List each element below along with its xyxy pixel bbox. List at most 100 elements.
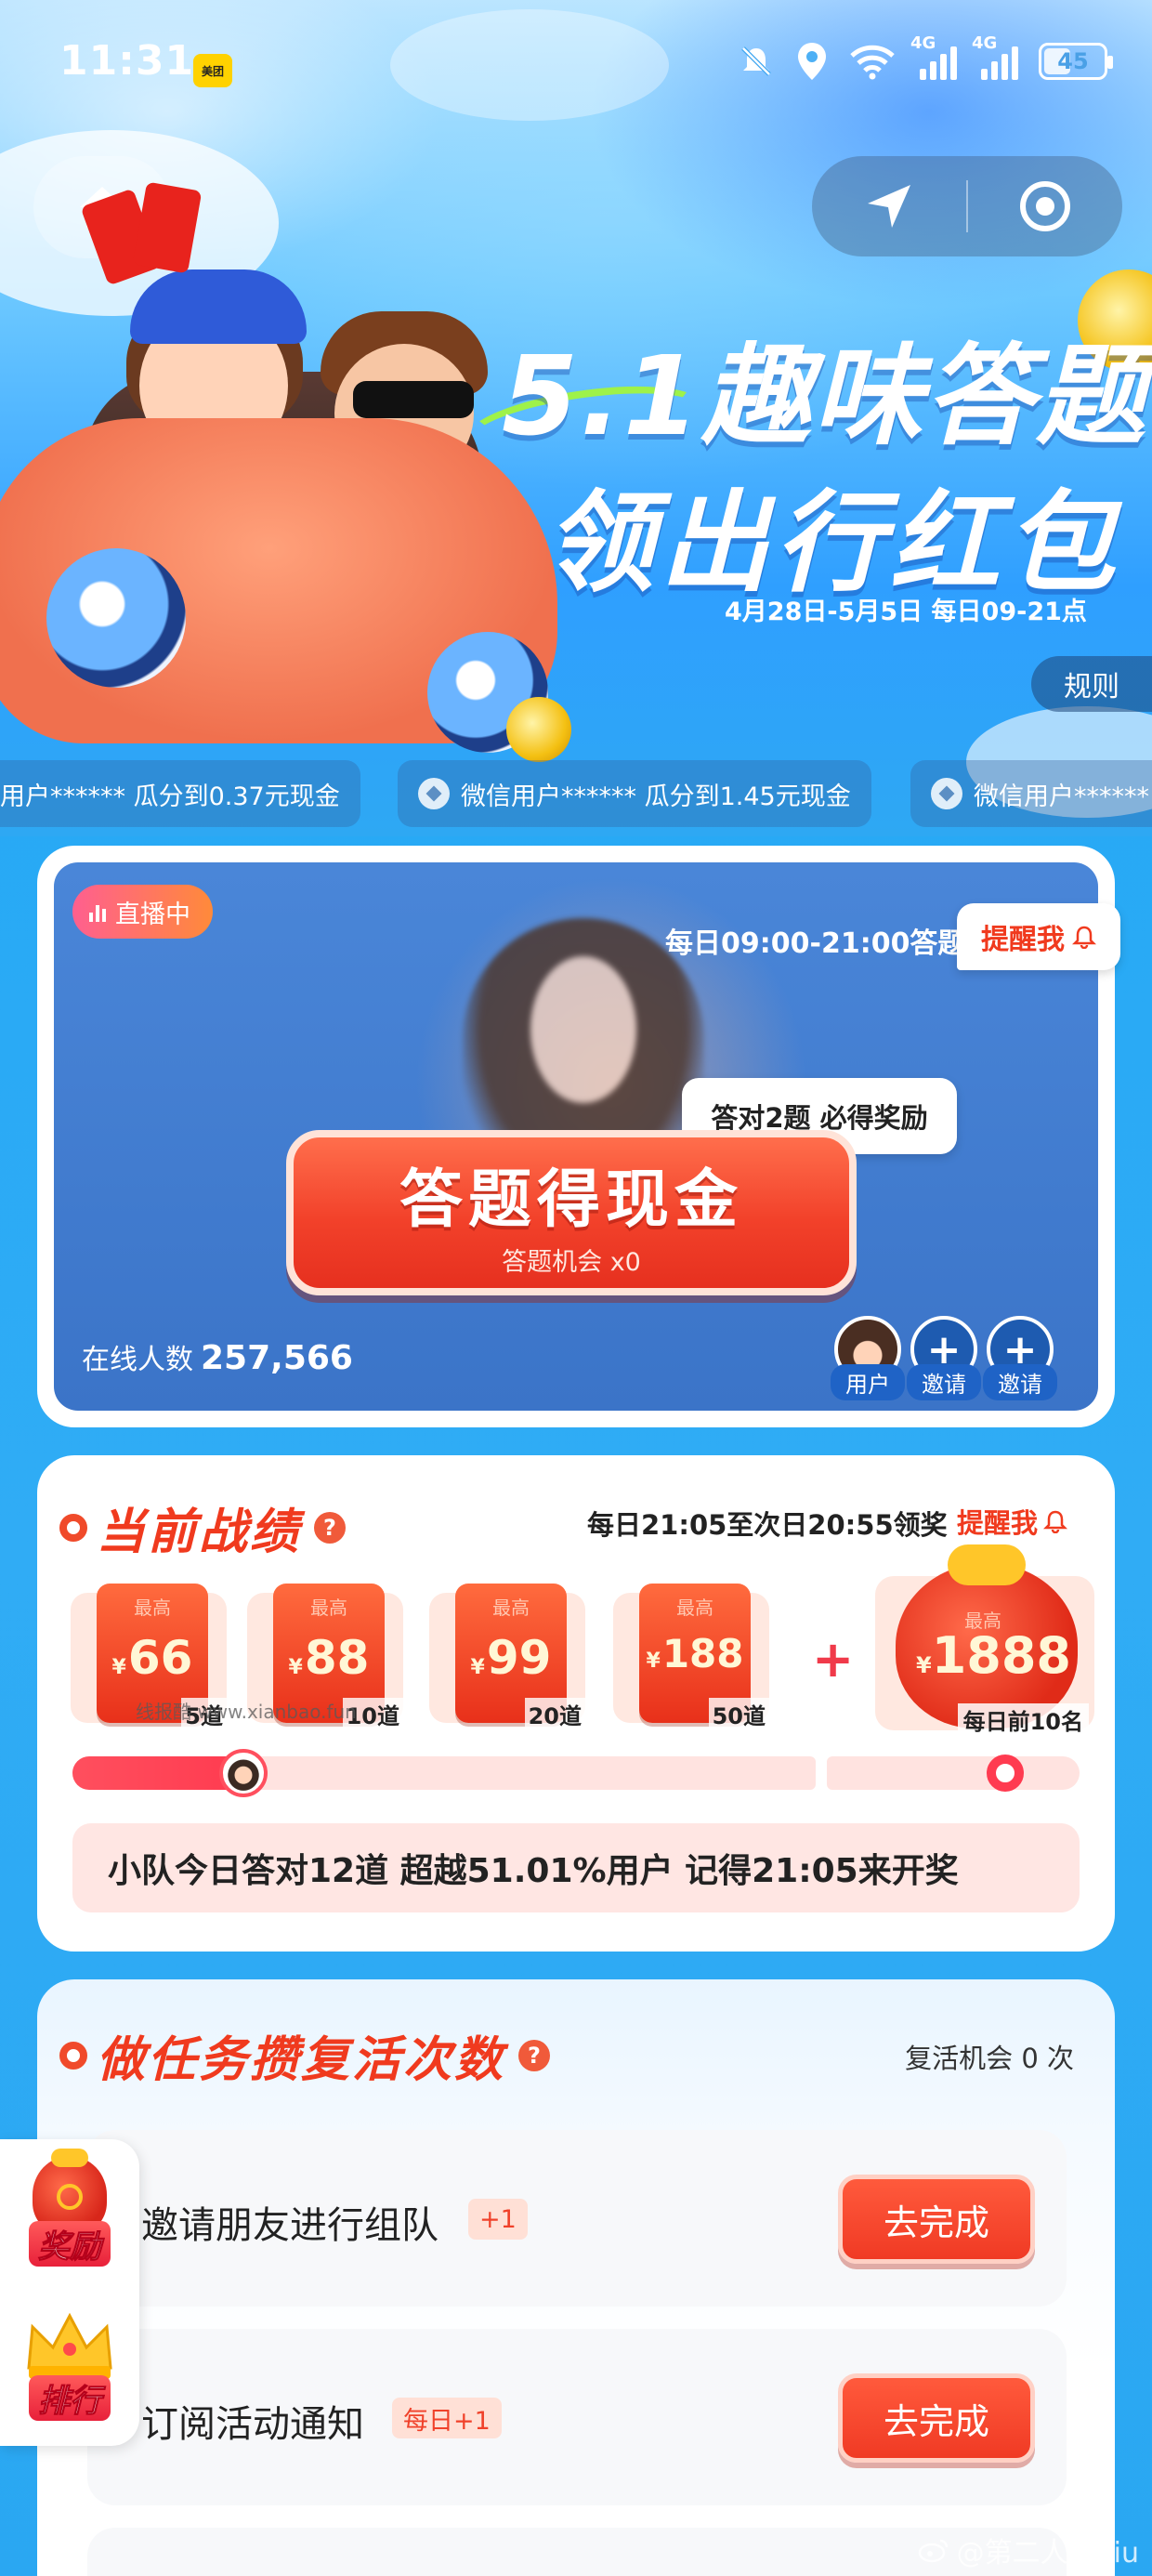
team-member-avatar: 用户 [831,1316,905,1400]
cash-button-label: 答题得现金 [399,1163,743,1237]
diamond-icon [931,778,962,809]
reward-label: 奖励 [29,2221,111,2267]
live-quiz-card: 直播中 每日09:00-21:00答题 答对2题 必得奖励 答题得现金 答题机会… [37,846,1120,1427]
section-title: 做任务攒复活次数 ? [59,2020,551,2090]
mini-program-capsule [812,156,1122,256]
ticker-item: 用户****** 瓜分到0.37元现金 [0,760,360,827]
ticker-item: 微信用户****** [910,760,1152,827]
status-icons: 4G 4G 45 [738,33,1113,82]
close-mini-program-button[interactable] [968,156,1122,256]
title-dot-icon [59,1513,87,1542]
score-title: 当前战绩 [97,1505,302,1560]
currency-symbol: ¥ [916,1652,932,1678]
banner-title-line1: 5.1趣味答题 [502,332,1148,460]
lucky-bag-reward: 最高 ¥1888 每日前10名 [875,1544,1094,1736]
answer-chances: 答题机会 x0 [502,1248,641,1277]
status-time: 11:31 [59,37,195,85]
current-score-card: 当前战绩 ? 每日21:05至次日20:55领奖 提醒我 最高 ¥66 5道 最… [37,1455,1115,1952]
prize-remind-button[interactable]: 提醒我 [957,1502,1068,1541]
envelope-threshold: 50道 [708,1698,769,1730]
invite-avatar-button[interactable]: + 邀请 [983,1316,1057,1400]
tasks-card: 做任务攒复活次数 ? 复活机会 0 次 邀请朋友进行组队 +1 去完成 订阅活动… [37,1979,1115,2576]
rules-button[interactable]: 规则 [1031,656,1152,712]
blue-cap [130,269,307,344]
weibo-watermark-text: @第二人生biu [956,2537,1139,2569]
red-envelope-reward: 最高 ¥99 20道 [429,1584,585,1730]
network-type-label: 4G [972,33,998,53]
car-headlight [46,548,186,688]
progress-fill [72,1756,243,1790]
task-name: 邀请朋友进行组队 [141,2204,439,2247]
ticker-text: 微信用户****** 瓜分到1.45元现金 [461,782,851,811]
location-pin-icon [798,43,826,80]
task-name: 订阅活动通知 [141,2403,364,2446]
plus-sign: + [812,1630,855,1689]
remind-me-button[interactable]: 提醒我 [957,903,1120,970]
envelope-amount: 99 [486,1631,552,1685]
banner-title-line2: 领出行红包 [544,479,1121,607]
bell-muted-icon [741,46,771,76]
signal-icon: 4G [972,33,1018,80]
envelope-amount: 88 [304,1631,370,1685]
currency-symbol: ¥ [646,1649,661,1673]
live-badge-label: 直播中 [115,900,190,929]
remind-me-label: 提醒我 [981,924,1065,956]
online-count-value: 257,566 [201,1339,353,1377]
online-count: 在线人数 257,566 [82,1336,353,1377]
ranking-entry-button[interactable]: 排行 [9,2303,130,2442]
bag-amount: 1888 [931,1626,1071,1685]
complete-task-button[interactable]: 去完成 [838,2373,1035,2463]
answer-time-text: 每日09:00-21:00答题 [665,927,966,960]
signal-icon: 4G [910,33,957,80]
bag-threshold: 每日前10名 [957,1703,1089,1736]
remind-me-label: 提醒我 [957,1507,1039,1539]
meituan-app-badge: 美团 [193,54,232,87]
help-icon[interactable]: ? [314,1511,347,1544]
avatar-label: 邀请 [907,1364,981,1400]
ticker-item: 微信用户****** 瓜分到1.45元现金 [398,760,871,827]
status-bar: 11:31 美团 4G 4G 45 [0,0,1152,130]
ticker-text: 微信用户****** [974,782,1149,811]
team-avatars: 用户 + 邀请 + 邀请 [831,1316,1057,1400]
gold-coin [506,697,571,762]
avatar-label: 邀请 [983,1364,1057,1400]
progress-avatar-marker [219,1749,268,1797]
complete-task-button[interactable]: 去完成 [838,2175,1035,2264]
envelope-top-label: 最高 [134,1597,171,1619]
answer-progress-bar [72,1749,1080,1797]
battery-icon: 45 [1039,43,1113,80]
envelope-threshold: 20道 [524,1698,585,1730]
prize-time-text: 每日21:05至次日20:55领奖 [587,1509,948,1541]
task-bonus-badge: 每日+1 [392,2398,502,2438]
battery-percent: 45 [1057,48,1089,74]
progress-end-marker [987,1755,1024,1792]
currency-symbol: ¥ [111,1656,126,1679]
bell-icon [1043,1510,1068,1533]
currency-symbol: ¥ [470,1656,485,1679]
winner-ticker: 用户****** 瓜分到0.37元现金 微信用户****** 瓜分到1.45元现… [0,760,1152,827]
target-circle-icon [1020,181,1070,231]
live-bars-icon [89,901,106,922]
weibo-icon [918,2539,948,2563]
help-icon[interactable]: ? [518,2039,551,2071]
navigation-arrow-icon [868,185,910,228]
envelope-top-label: 最高 [310,1597,347,1619]
invite-avatar-button[interactable]: + 邀请 [907,1316,981,1400]
currency-symbol: ¥ [288,1656,303,1679]
ranking-label: 排行 [29,2375,111,2421]
answer-for-cash-button[interactable]: 答题得现金 答题机会 x0 [286,1130,857,1295]
share-location-button[interactable] [812,156,966,256]
network-type-label: 4G [910,33,936,53]
revive-count: 复活机会 0 次 [905,2043,1074,2074]
avatar-label: 用户 [831,1364,905,1400]
team-summary: 小队今日答对12道 超越51.01%用户 记得21:05来开奖 [72,1823,1080,1912]
task-row: 邀请朋友进行组队 +1 去完成 [87,2130,1067,2307]
title-dot-icon [59,2041,87,2070]
task-row: 订阅活动通知 每日+1 去完成 [87,2329,1067,2505]
weibo-watermark: @第二人生biu [918,2530,1139,2570]
diamond-icon [418,778,450,809]
reward-entry-button[interactable]: 奖励 [9,2149,130,2288]
envelope-top-label: 最高 [492,1597,530,1619]
live-stream-area: 直播中 每日09:00-21:00答题 答对2题 必得奖励 答题得现金 答题机会… [54,862,1098,1411]
task-bonus-badge: +1 [468,2199,528,2240]
